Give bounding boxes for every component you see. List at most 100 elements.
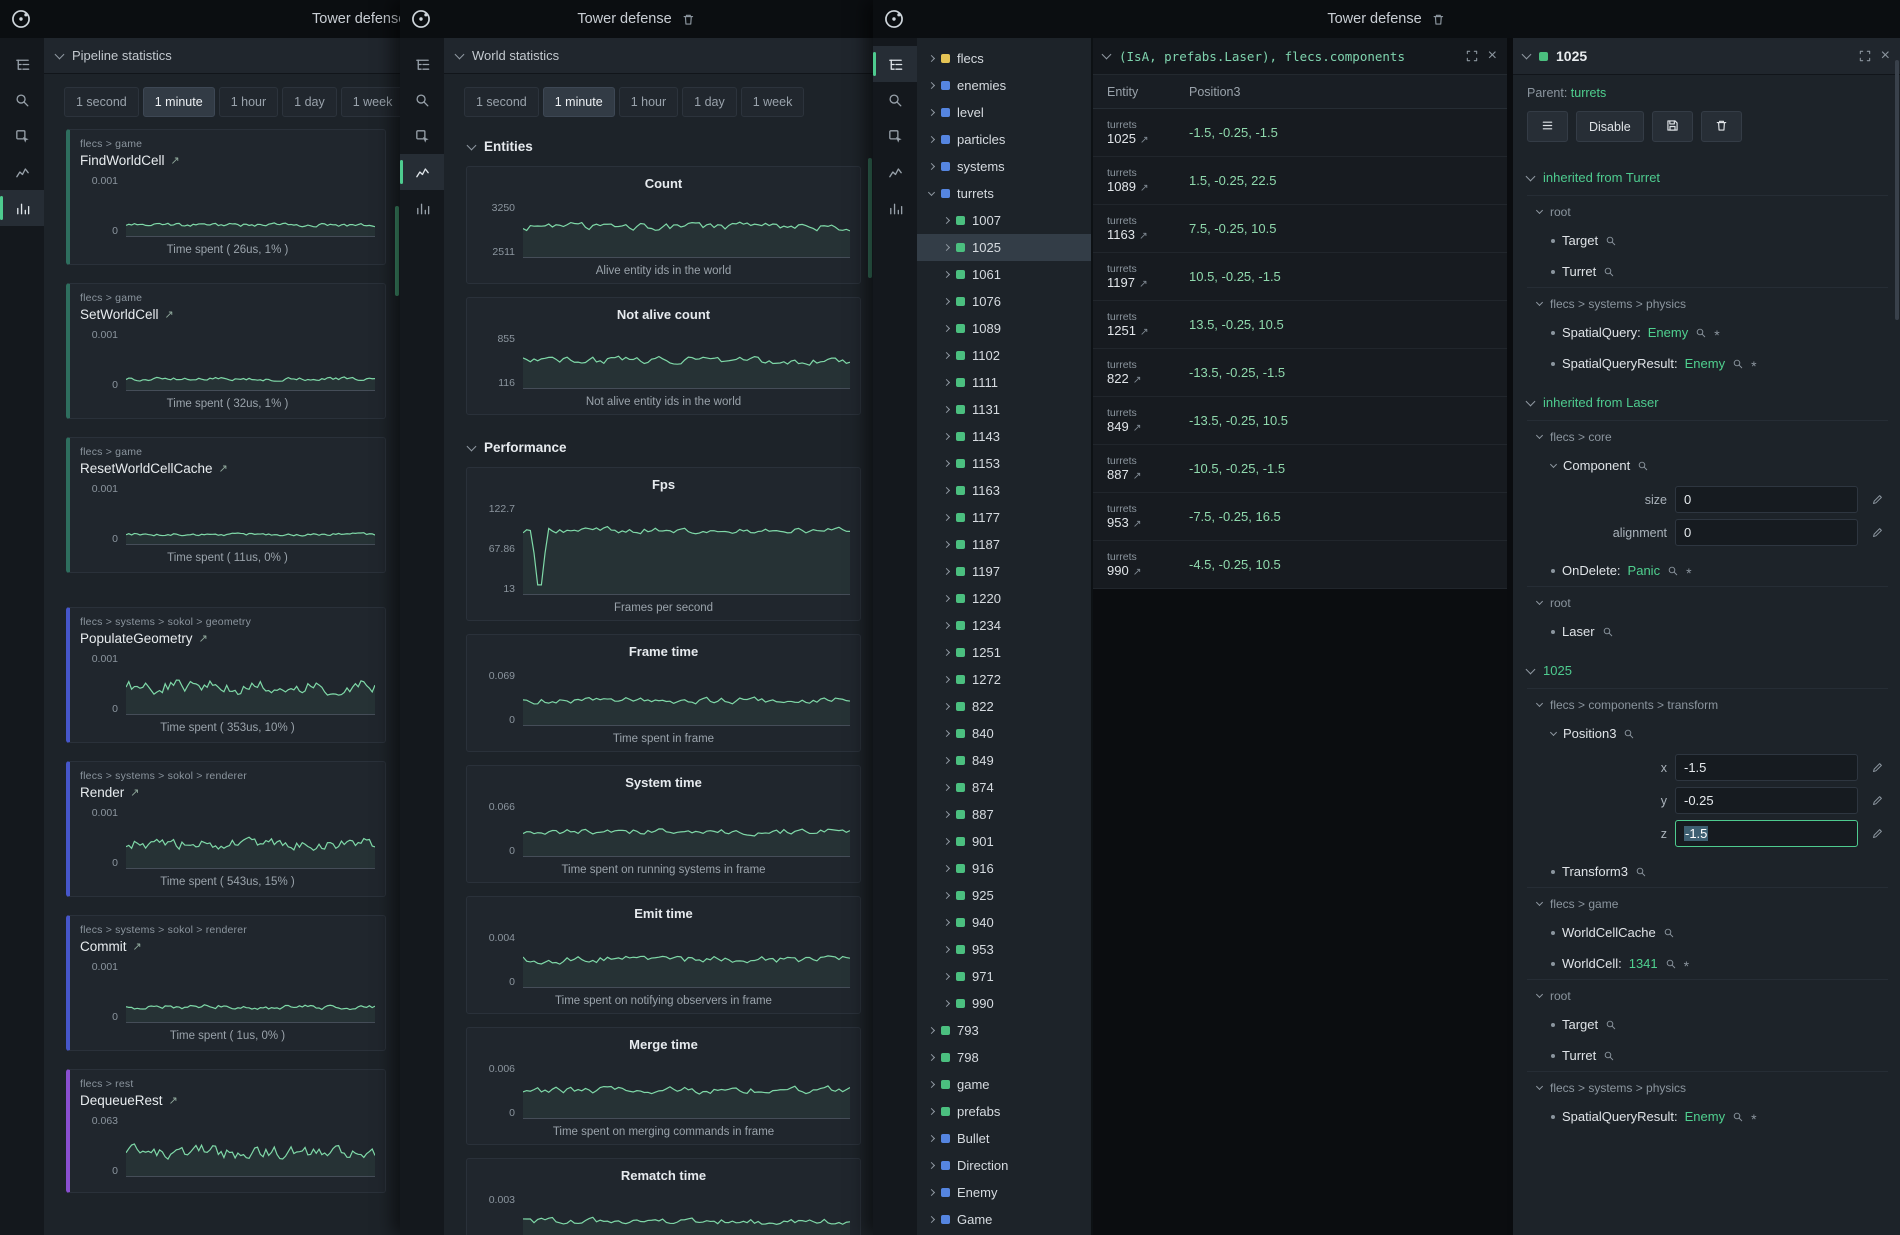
- tree-item-prefabs[interactable]: prefabs: [917, 1098, 1091, 1125]
- tab-1-day[interactable]: 1 day: [682, 87, 737, 117]
- entity-tree-button[interactable]: [1527, 111, 1568, 142]
- expand-icon[interactable]: [1465, 49, 1479, 63]
- chevron-right-icon[interactable]: [943, 352, 950, 359]
- chevron-right-icon[interactable]: [928, 109, 935, 116]
- tree-item-enemy[interactable]: Enemy: [917, 1179, 1091, 1206]
- trash-icon[interactable]: [1431, 12, 1446, 27]
- chevron-right-icon[interactable]: [928, 1108, 935, 1115]
- field-input-size[interactable]: 0: [1675, 486, 1858, 513]
- tree-item-971[interactable]: 971: [917, 963, 1091, 990]
- tree-item-798[interactable]: 798: [917, 1044, 1091, 1071]
- tree-item-874[interactable]: 874: [917, 774, 1091, 801]
- tree-item-1163[interactable]: 1163: [917, 477, 1091, 504]
- chevron-right-icon[interactable]: [928, 1054, 935, 1061]
- query-result-row[interactable]: turrets822↗-13.5, -0.25, -1.5: [1093, 349, 1507, 397]
- system-name-link[interactable]: PopulateGeometry↗: [80, 631, 375, 646]
- tree-item-1220[interactable]: 1220: [917, 585, 1091, 612]
- chevron-right-icon[interactable]: [943, 325, 950, 332]
- tab-1-hour[interactable]: 1 hour: [219, 87, 278, 117]
- system-name-link[interactable]: Commit↗: [80, 939, 375, 954]
- chevron-right-icon[interactable]: [943, 757, 950, 764]
- entity-id-link[interactable]: 1163↗: [1107, 227, 1189, 242]
- inspector-section-title[interactable]: inherited from Turret: [1527, 160, 1888, 195]
- pick-icon[interactable]: [400, 118, 444, 154]
- tree-item-887[interactable]: 887: [917, 801, 1091, 828]
- tree-item-1007[interactable]: 1007: [917, 207, 1091, 234]
- edit-pencil-icon[interactable]: [1866, 827, 1888, 840]
- section-header-performance[interactable]: Performance: [466, 428, 861, 467]
- group-path-header[interactable]: flecs > components > transform: [1527, 689, 1888, 718]
- chevron-right-icon[interactable]: [943, 298, 950, 305]
- tree-item-turrets[interactable]: turrets: [917, 180, 1091, 207]
- chevron-right-icon[interactable]: [943, 811, 950, 818]
- chevron-right-icon[interactable]: [943, 892, 950, 899]
- scrollbar-thumb[interactable]: [395, 206, 399, 296]
- tree-icon[interactable]: [0, 46, 44, 82]
- search-icon[interactable]: [1623, 728, 1635, 740]
- chart-icon[interactable]: [400, 154, 444, 190]
- chevron-right-icon[interactable]: [943, 919, 950, 926]
- tab-1-second[interactable]: 1 second: [64, 87, 139, 117]
- search-icon[interactable]: [400, 82, 444, 118]
- search-icon[interactable]: [1663, 927, 1675, 939]
- edit-pencil-icon[interactable]: [1866, 493, 1888, 506]
- component-row-transform3[interactable]: Transform3: [1527, 856, 1888, 887]
- close-icon[interactable]: ×: [1881, 48, 1890, 64]
- chevron-right-icon[interactable]: [943, 487, 950, 494]
- tree-item-1143[interactable]: 1143: [917, 423, 1091, 450]
- tree-item-1089[interactable]: 1089: [917, 315, 1091, 342]
- search-icon[interactable]: [1603, 266, 1615, 278]
- tree-item-1076[interactable]: 1076: [917, 288, 1091, 315]
- tab-1-week[interactable]: 1 week: [341, 87, 400, 117]
- chevron-right-icon[interactable]: [943, 703, 950, 710]
- entity-id-link[interactable]: 1025↗: [1107, 131, 1189, 146]
- chevron-right-icon[interactable]: [943, 946, 950, 953]
- chevron-right-icon[interactable]: [943, 433, 950, 440]
- component-row-ondelete[interactable]: OnDelete:Panic*: [1527, 555, 1888, 586]
- chevron-right-icon[interactable]: [943, 730, 950, 737]
- save-button[interactable]: [1652, 111, 1693, 142]
- tree-item-1234[interactable]: 1234: [917, 612, 1091, 639]
- tree-item-game[interactable]: Game: [917, 1206, 1091, 1233]
- entity-id-link[interactable]: 1251↗: [1107, 323, 1189, 338]
- stats-icon[interactable]: [400, 190, 444, 226]
- tree-item-1153[interactable]: 1153: [917, 450, 1091, 477]
- chevron-right-icon[interactable]: [928, 55, 935, 62]
- tree-item-925[interactable]: 925: [917, 882, 1091, 909]
- tree-item-990[interactable]: 990: [917, 990, 1091, 1017]
- parent-link[interactable]: turrets: [1571, 86, 1606, 100]
- chevron-right-icon[interactable]: [943, 379, 950, 386]
- search-icon[interactable]: [1605, 235, 1617, 247]
- chevron-down-icon[interactable]: [1550, 728, 1557, 735]
- search-icon[interactable]: [1695, 327, 1707, 339]
- chevron-right-icon[interactable]: [943, 595, 950, 602]
- pick-icon[interactable]: [0, 118, 44, 154]
- tab-1-second[interactable]: 1 second: [464, 87, 539, 117]
- expand-icon[interactable]: [1858, 49, 1872, 63]
- query-result-row[interactable]: turrets1089↗1.5, -0.25, 22.5: [1093, 157, 1507, 205]
- query-result-row[interactable]: turrets1251↗13.5, -0.25, 10.5: [1093, 301, 1507, 349]
- chevron-right-icon[interactable]: [928, 136, 935, 143]
- search-icon[interactable]: [1667, 565, 1679, 577]
- chevron-right-icon[interactable]: [943, 1000, 950, 1007]
- group-path-header[interactable]: root: [1527, 196, 1888, 225]
- edit-pencil-icon[interactable]: [1866, 761, 1888, 774]
- tree-item-1025[interactable]: 1025: [917, 234, 1091, 261]
- chart-icon[interactable]: [0, 154, 44, 190]
- section-header-entities[interactable]: Entities: [466, 127, 861, 166]
- field-input-x[interactable]: -1.5: [1675, 754, 1858, 781]
- search-icon[interactable]: [1635, 866, 1647, 878]
- query-result-row[interactable]: turrets1163↗7.5, -0.25, 10.5: [1093, 205, 1507, 253]
- query-result-row[interactable]: turrets1025↗-1.5, -0.25, -1.5: [1093, 109, 1507, 157]
- group-path-header[interactable]: root: [1527, 587, 1888, 616]
- group-path-header[interactable]: flecs > core: [1527, 421, 1888, 450]
- chevron-down-icon[interactable]: [1102, 50, 1112, 60]
- tree-item-level[interactable]: level: [917, 99, 1091, 126]
- entity-id-link[interactable]: 990↗: [1107, 563, 1189, 578]
- chevron-right-icon[interactable]: [928, 82, 935, 89]
- tree-item-1187[interactable]: 1187: [917, 531, 1091, 558]
- close-icon[interactable]: ×: [1488, 48, 1497, 64]
- tree-item-systems[interactable]: systems: [917, 153, 1091, 180]
- group-path-header[interactable]: flecs > systems > physics: [1527, 288, 1888, 317]
- chevron-right-icon[interactable]: [928, 1162, 935, 1169]
